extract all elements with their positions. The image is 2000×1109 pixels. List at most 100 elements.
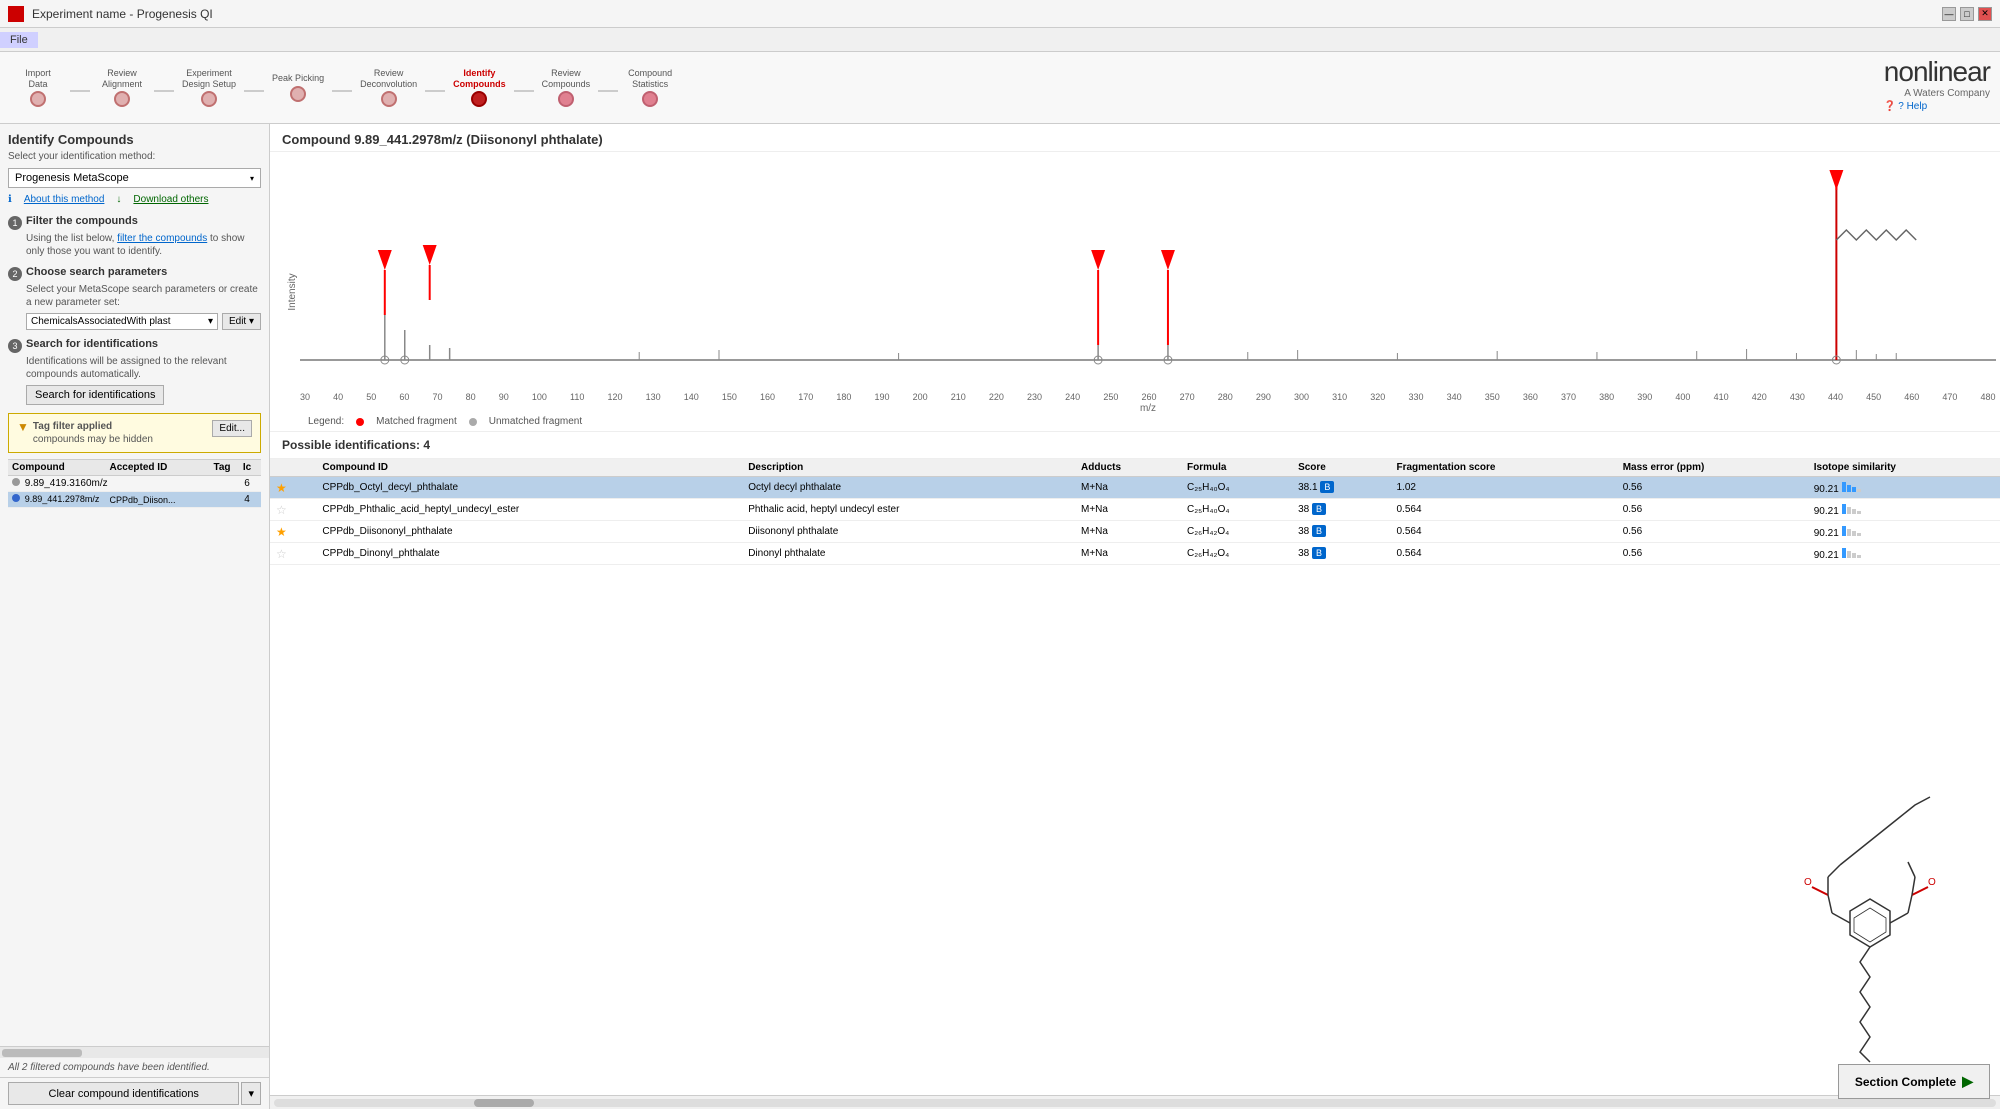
th-compound-id: Compound ID xyxy=(316,459,742,477)
row-1-score: 38.1 B xyxy=(1292,477,1390,499)
left-panel: Identify Compounds Select your identific… xyxy=(0,124,270,1109)
x-tick: 150 xyxy=(722,392,737,402)
step-2-num: 2 xyxy=(8,267,22,281)
workflow-connector-1 xyxy=(70,90,90,92)
x-tick: 220 xyxy=(989,392,1004,402)
x-tick: 280 xyxy=(1218,392,1233,402)
table-row[interactable]: ☆ CPPdb_Dinonyl_phthalate Dinonyl phthal… xyxy=(270,543,2000,565)
x-tick: 260 xyxy=(1141,392,1156,402)
minimize-button[interactable]: — xyxy=(1942,7,1956,21)
menu-bar: File xyxy=(0,28,2000,52)
row-3-frag: 0.564 xyxy=(1391,521,1617,543)
download-others-link[interactable]: Download others xyxy=(133,194,208,205)
file-menu[interactable]: File xyxy=(0,32,38,48)
x-tick: 310 xyxy=(1332,392,1347,402)
workflow-step-identify-compounds[interactable]: IdentifyCompounds xyxy=(447,66,512,110)
th-adducts: Adducts xyxy=(1075,459,1181,477)
x-tick: 210 xyxy=(951,392,966,402)
x-tick: 50 xyxy=(366,392,376,402)
x-tick: 40 xyxy=(333,392,343,402)
x-tick: 130 xyxy=(646,392,661,402)
svg-text:O: O xyxy=(1928,877,1936,888)
close-button[interactable]: ✕ xyxy=(1978,7,1992,21)
row-2-compound-id: CPPdb_Phthalic_acid_heptyl_undecyl_ester xyxy=(316,499,742,521)
step-3-block: 3 Search for identifications Identificat… xyxy=(8,338,261,405)
bottom-scrollbar[interactable] xyxy=(270,1095,2000,1109)
maximize-button[interactable]: □ xyxy=(1960,7,1974,21)
row-2-score-badge: B xyxy=(1312,503,1326,515)
tag-filter-box: ▼ Tag filter applied compounds may be hi… xyxy=(8,413,261,453)
about-method-link[interactable]: About this method xyxy=(24,194,105,205)
row-1-frag: 1.02 xyxy=(1391,477,1617,499)
x-tick: 250 xyxy=(1103,392,1118,402)
table-row[interactable]: ★ CPPdb_Octyl_decyl_phthalate Octyl decy… xyxy=(270,477,2000,499)
section-complete-arrow-icon: ▶ xyxy=(1962,1073,1973,1090)
step-1-block: 1 Filter the compounds Using the list be… xyxy=(8,215,261,258)
workflow-step-import-data[interactable]: ImportData xyxy=(8,66,68,110)
section-complete-button[interactable]: Section Complete ▶ xyxy=(1838,1064,1990,1099)
legend-label: Legend: xyxy=(308,416,344,427)
left-panel-scrollbar[interactable] xyxy=(0,1046,269,1058)
x-tick: 410 xyxy=(1714,392,1729,402)
window-title: Experiment name - Progenesis QI xyxy=(32,7,213,21)
x-tick: 60 xyxy=(399,392,409,402)
row-4-frag: 0.564 xyxy=(1391,543,1617,565)
workflow-step-review-deconvolution[interactable]: ReviewDeconvolution xyxy=(354,66,423,110)
title-bar: Experiment name - Progenesis QI — □ ✕ xyxy=(0,0,2000,28)
compound-row-1[interactable]: 9.89_419.3160m/z 6 xyxy=(8,476,261,492)
workflow-dot-deconvolution xyxy=(381,91,397,107)
row-2-star[interactable]: ☆ xyxy=(270,499,316,521)
workflow-step-review-alignment[interactable]: ReviewAlignment xyxy=(92,66,152,110)
x-tick: 380 xyxy=(1599,392,1614,402)
param-dropdown[interactable]: ChemicalsAssociatedWith plast ▾ xyxy=(26,313,218,330)
workflow-step-review-compounds[interactable]: ReviewCompounds xyxy=(536,66,597,110)
row-1-iso-bar xyxy=(1842,480,1861,492)
compound-col-header-ic: Ic xyxy=(237,462,257,473)
th-frag-score: Fragmentation score xyxy=(1391,459,1617,477)
x-tick: 270 xyxy=(1180,392,1195,402)
unmatched-fragment-icon xyxy=(469,418,477,426)
status-text: All 2 filtered compounds have been ident… xyxy=(0,1058,269,1077)
table-row[interactable]: ★ CPPdb_Diisononyl_phthalate Diisononyl … xyxy=(270,521,2000,543)
row-3-description: Diisononyl phthalate xyxy=(742,521,1075,543)
filter-icon: ▼ xyxy=(17,420,29,434)
step-1-title: Filter the compounds xyxy=(26,215,138,227)
table-row[interactable]: ☆ CPPdb_Phthalic_acid_heptyl_undecyl_est… xyxy=(270,499,2000,521)
workflow-connector-3 xyxy=(244,90,264,92)
tag-filter-edit-button[interactable]: Edit... xyxy=(212,420,252,437)
workflow-connector-7 xyxy=(598,90,618,92)
compound-list-header: Compound Accepted ID Tag Ic xyxy=(8,459,261,476)
step-1-desc: Using the list below, filter the compoun… xyxy=(8,232,261,258)
table-header-row: Compound ID Description Adducts Formula … xyxy=(270,459,2000,477)
compound-col-header-id: Accepted ID xyxy=(110,462,208,473)
row-1-formula: C₂₅H₄₀O₄ xyxy=(1181,477,1292,499)
row-1-star[interactable]: ★ xyxy=(270,477,316,499)
row-3-star[interactable]: ★ xyxy=(270,521,316,543)
row-2-frag: 0.564 xyxy=(1391,499,1617,521)
search-identifications-button[interactable]: Search for identifications xyxy=(26,385,164,405)
clear-btn-row: Clear compound identifications ▾ xyxy=(0,1077,269,1109)
help-button[interactable]: ❓ ? Help xyxy=(1884,101,1990,112)
workflow-dot-alignment xyxy=(114,91,130,107)
compound-row-2[interactable]: 9.89_441.2978m/z CPPdb_Diison... 4 xyxy=(8,492,261,508)
row-1-mass-error: 0.56 xyxy=(1617,477,1808,499)
brand-logo: nonlinear A Waters Company ❓ ? Help xyxy=(1884,56,1990,112)
workflow-step-peak-picking[interactable]: Peak Picking xyxy=(266,71,330,104)
row-3-score: 38 B xyxy=(1292,521,1390,543)
workflow-step-experiment-design[interactable]: ExperimentDesign Setup xyxy=(176,66,242,110)
filter-compounds-link[interactable]: filter the compounds xyxy=(117,233,207,244)
x-tick: 180 xyxy=(836,392,851,402)
row-2-adducts: M+Na xyxy=(1075,499,1181,521)
workflow-step-compound-statistics[interactable]: CompoundStatistics xyxy=(620,66,680,110)
x-tick: 70 xyxy=(433,392,443,402)
step-3-num: 3 xyxy=(8,339,22,353)
chart-canvas xyxy=(300,160,1996,390)
compound-1-name: 9.89_419.3160m/z xyxy=(25,478,108,489)
clear-identifications-arrow[interactable]: ▾ xyxy=(241,1082,261,1105)
clear-identifications-button[interactable]: Clear compound identifications xyxy=(8,1082,239,1105)
edit-button[interactable]: Edit ▾ xyxy=(222,313,261,330)
method-dropdown[interactable]: Progenesis MetaScope ▾ xyxy=(8,168,261,188)
molecule-container: O O xyxy=(270,777,2000,1095)
row-4-star[interactable]: ☆ xyxy=(270,543,316,565)
x-tick: 470 xyxy=(1942,392,1957,402)
